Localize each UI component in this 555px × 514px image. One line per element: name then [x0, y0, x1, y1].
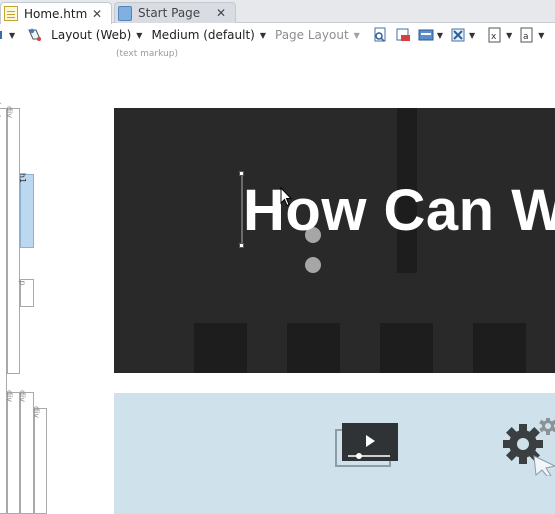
selection-caret: [241, 172, 243, 247]
chevron-down-icon: ▼: [353, 30, 360, 40]
layout-icon: [27, 27, 43, 43]
hero-section[interactable]: How Can W: [114, 108, 555, 373]
video-icon: [335, 423, 398, 467]
page-layout-dropdown[interactable]: Page Layout ▼: [275, 25, 360, 45]
tag-label: p: [18, 280, 27, 286]
tag-label: div: [31, 405, 41, 419]
tag-h1[interactable]: h1: [18, 172, 34, 248]
markup-mode-label: (text markup): [116, 49, 178, 59]
svg-text:x: x: [491, 32, 497, 42]
selection-handle[interactable]: [239, 243, 244, 248]
page-layout-label: Page Layout: [275, 28, 349, 42]
chevron-down-icon[interactable]: ▼: [538, 31, 544, 40]
size-label: Medium (default): [151, 28, 255, 42]
close-tab-icon[interactable]: ✕: [92, 8, 102, 20]
close-tab-icon[interactable]: ✕: [216, 7, 226, 19]
insert-anchor-icon[interactable]: a: [519, 27, 535, 43]
tab-home-htm[interactable]: Home.htm ✕: [0, 2, 112, 24]
tag-label: div: [4, 389, 14, 403]
background-block: [473, 323, 526, 373]
layout-label: Layout (Web): [51, 28, 132, 42]
chevron-down-icon: ▼: [9, 30, 16, 40]
tag-body[interactable]: body: [0, 102, 7, 514]
selection-handle[interactable]: [239, 171, 244, 176]
tag-div[interactable]: div: [4, 105, 20, 374]
tag-div[interactable]: div: [4, 389, 20, 514]
mouse-cursor-icon: [280, 187, 292, 207]
background-block: [380, 323, 433, 373]
svg-text:a: a: [523, 32, 529, 42]
overflow-dropdown[interactable]: ▼: [0, 25, 15, 45]
chevron-down-icon: ▼: [136, 30, 143, 40]
tag-p[interactable]: p: [18, 279, 34, 307]
size-dropdown[interactable]: Medium (default) ▼: [151, 25, 266, 45]
chevron-down-icon: ▼: [259, 30, 266, 40]
tab-start-page[interactable]: Start Page ✕: [114, 2, 236, 23]
tag-label: div: [18, 389, 27, 403]
remove-page-icon[interactable]: [395, 27, 411, 43]
table-tool-icon[interactable]: [450, 27, 466, 43]
image-tool-icon[interactable]: [418, 27, 434, 43]
preview-page-icon[interactable]: [372, 27, 388, 43]
chevron-down-icon[interactable]: ▼: [469, 31, 475, 40]
tag-label: body: [0, 102, 2, 122]
toolbar-icon: [0, 27, 4, 43]
design-toolbar: ▼ Layout (Web) ▼ Medium (default) ▼ Page…: [0, 23, 555, 47]
tab-label: Home.htm: [24, 6, 88, 21]
document-tab-strip: Home.htm ✕ Start Page ✕: [0, 0, 555, 24]
insert-script-icon[interactable]: x: [487, 27, 503, 43]
tag-label: h1: [18, 172, 27, 184]
start-page-icon: [118, 5, 132, 21]
carousel-dot[interactable]: [305, 257, 321, 273]
chevron-down-icon[interactable]: ▼: [437, 31, 443, 40]
background-block: [287, 323, 340, 373]
tag-div[interactable]: div: [31, 405, 47, 514]
layout-dropdown[interactable]: Layout (Web) ▼: [27, 25, 142, 45]
chevron-down-icon[interactable]: ▼: [506, 31, 512, 40]
gear-icon: [503, 418, 555, 476]
background-block: [194, 323, 247, 373]
document-icon: [4, 6, 18, 21]
tab-label: Start Page: [138, 6, 201, 20]
tag-label: div: [4, 105, 14, 119]
tag-hierarchy-ruler: body div h1 p div div div: [0, 60, 114, 514]
feature-band: [114, 393, 555, 514]
